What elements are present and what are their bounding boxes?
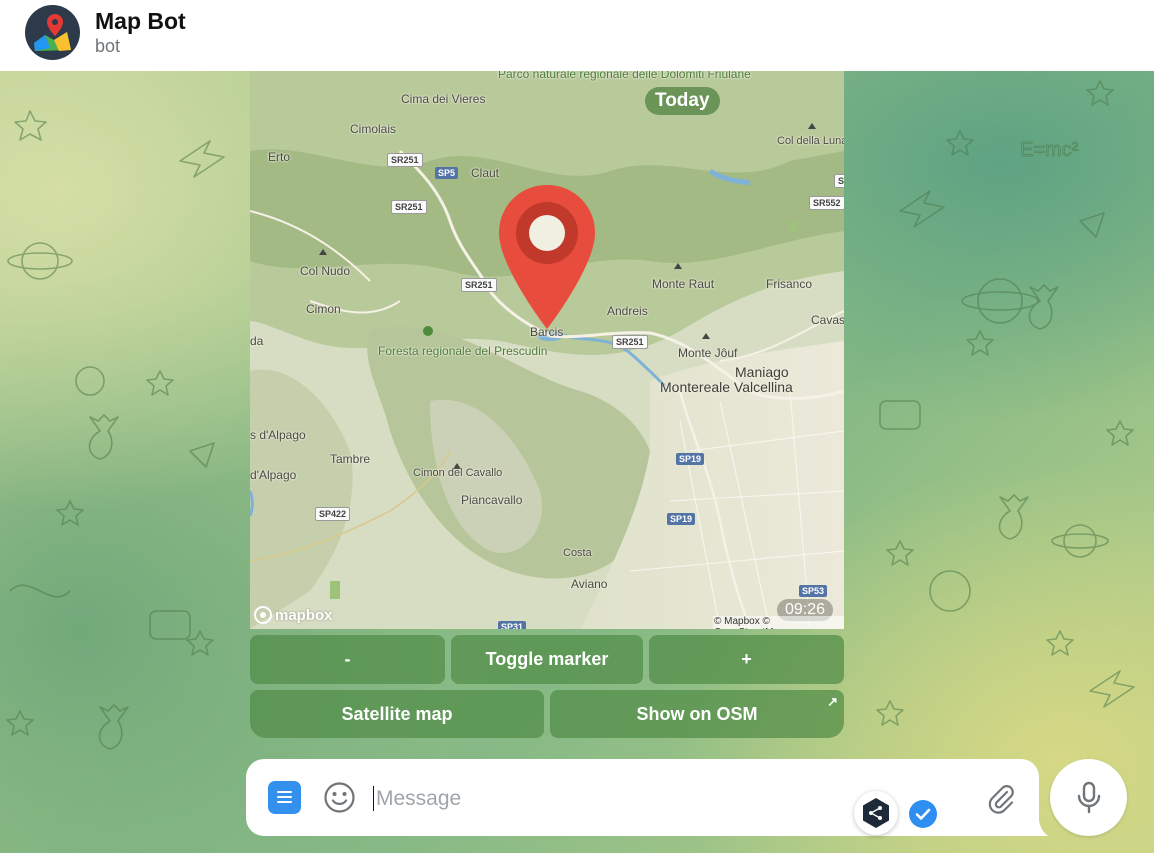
map-label: Cimon del Cavallo — [413, 467, 503, 479]
zoom-out-button[interactable]: - — [250, 635, 445, 684]
map-label-park: Parco naturale regionale delle Dolomiti … — [498, 71, 751, 81]
map-label: Frisanco — [766, 277, 813, 291]
road-shield: SR251 — [387, 153, 423, 167]
composer-tail — [1030, 820, 1048, 836]
map-label: da — [250, 334, 264, 348]
road-shield: SR251 — [612, 335, 648, 349]
map-label: Piancavallo — [461, 493, 523, 507]
road-shield: SP31 — [498, 621, 527, 629]
mapbox-logo-text: mapbox — [275, 606, 333, 624]
paperclip-icon[interactable] — [985, 783, 1017, 815]
map-terrain — [250, 71, 844, 629]
toggle-marker-button[interactable]: Toggle marker — [451, 635, 643, 684]
road-shield: S — [834, 174, 844, 188]
road-shield: SP19 — [667, 513, 696, 525]
location-pin-icon — [499, 185, 595, 329]
map-label: Erto — [268, 150, 291, 164]
checkmark-icon — [915, 808, 931, 820]
smile-icon[interactable] — [323, 781, 356, 814]
road-shield: SP19 — [676, 453, 705, 465]
map-label: Cimon — [306, 302, 341, 316]
svg-text:E=mc²: E=mc² — [1020, 139, 1079, 161]
verify-button[interactable] — [909, 800, 937, 828]
map-label: Cima dei Vieres — [401, 92, 486, 106]
map-label: Monte Raut — [652, 277, 715, 291]
map-label: Claut — [471, 166, 500, 180]
map-label: Monte Jôuf — [678, 346, 738, 360]
map-attribution[interactable]: © Mapbox © OpenStreetMap — [713, 616, 844, 629]
map-label: Col della Luna — [777, 135, 844, 147]
road-shield: SR552 — [809, 196, 844, 210]
road-shield: SP5 — [435, 167, 459, 179]
satellite-map-button[interactable]: Satellite map — [250, 690, 544, 738]
microphone-icon — [1077, 781, 1101, 814]
road-shield: SR251 — [391, 200, 427, 214]
map-label: Col Nudo — [300, 264, 351, 278]
zoom-in-button[interactable]: + — [649, 635, 844, 684]
map-logo-icon — [34, 14, 71, 51]
chat-subtitle: bot — [95, 36, 121, 56]
map-label: Cimolais — [350, 122, 397, 136]
chat-header[interactable]: Map Bot bot — [0, 0, 1154, 71]
road-shield: SR251 — [461, 278, 497, 292]
date-badge: Today — [645, 87, 720, 115]
map-label: s d'Alpago — [250, 428, 306, 442]
extension-button[interactable] — [854, 791, 898, 835]
map-label: Costa — [563, 547, 592, 559]
voice-message-button[interactable] — [1050, 759, 1127, 836]
map-image-message[interactable]: Parco naturale regionale delle Dolomiti … — [250, 71, 844, 629]
chat-title: Map Bot — [95, 8, 186, 34]
message-input[interactable] — [374, 783, 848, 815]
external-link-icon: ↗ — [827, 694, 838, 709]
mapbox-icon — [254, 606, 272, 624]
show-on-osm-label: Show on OSM — [636, 703, 758, 724]
map-label: d'Alpago — [250, 468, 297, 482]
map-label-park: Foresta regionale del Prescudin — [378, 344, 548, 358]
road-shield: SP422 — [315, 507, 351, 521]
map-label: Maniago — [735, 364, 789, 380]
bot-menu-button[interactable] — [268, 781, 301, 814]
map-label: Cavas — [811, 313, 844, 327]
hexagon-share-icon — [863, 798, 889, 828]
map-label: Tambre — [330, 452, 371, 466]
map-label: Aviano — [571, 577, 608, 591]
road-shield: SP53 — [799, 585, 828, 597]
map-label: Andreis — [607, 304, 648, 318]
map-label: Montereale Valcellina — [660, 379, 793, 395]
show-on-osm-button[interactable]: Show on OSM ↗ — [550, 690, 844, 738]
mapbox-logo: mapbox — [254, 606, 333, 624]
avatar[interactable] — [25, 5, 80, 60]
